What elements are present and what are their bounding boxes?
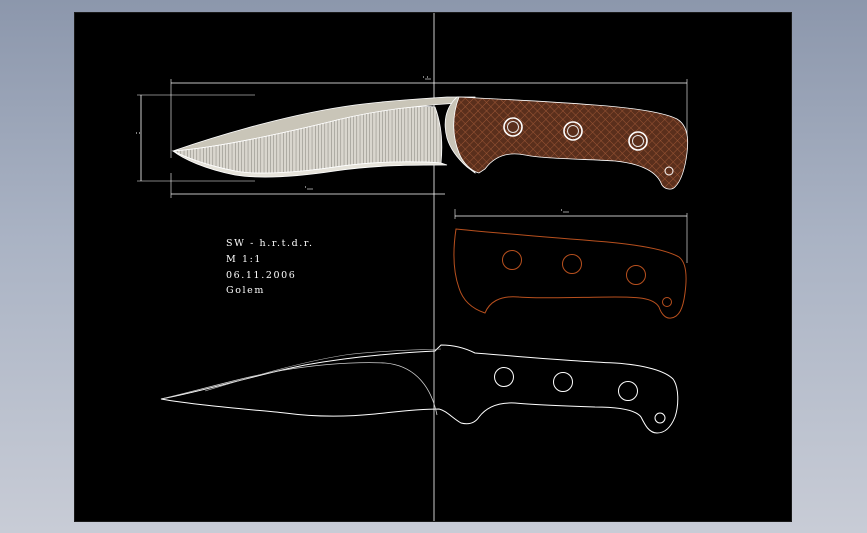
outline-bolt-1 (494, 367, 514, 387)
note-scale: M 1:1 (226, 254, 263, 265)
shaded-knife-view (136, 76, 689, 198)
handle-scale-outline-view (453, 209, 688, 319)
note-author: SW - h.r.t.d.r. (226, 238, 314, 249)
knife-outline (160, 344, 679, 434)
scale-bolt-hole-1 (502, 250, 522, 270)
outline-bolt-3 (618, 381, 638, 401)
scale-bolt-hole-3 (626, 265, 646, 285)
note-date: 06.11.2006 (226, 270, 297, 281)
knife-technical-drawing (136, 13, 689, 521)
handle-scale (453, 96, 689, 190)
knife-outline-view (160, 344, 679, 434)
outline-lanyard-hole (654, 412, 666, 424)
blade-swedge-line (204, 348, 442, 392)
outline-bolt-2 (553, 372, 573, 392)
note-name: Golem (226, 285, 265, 296)
drawing-sheet: SW - h.r.t.d.r. M 1:1 06.11.2006 Golem (74, 12, 792, 522)
scale-lanyard-hole (662, 297, 672, 307)
scale-bolt-hole-2 (562, 254, 582, 274)
blade-grind-line (160, 362, 438, 416)
